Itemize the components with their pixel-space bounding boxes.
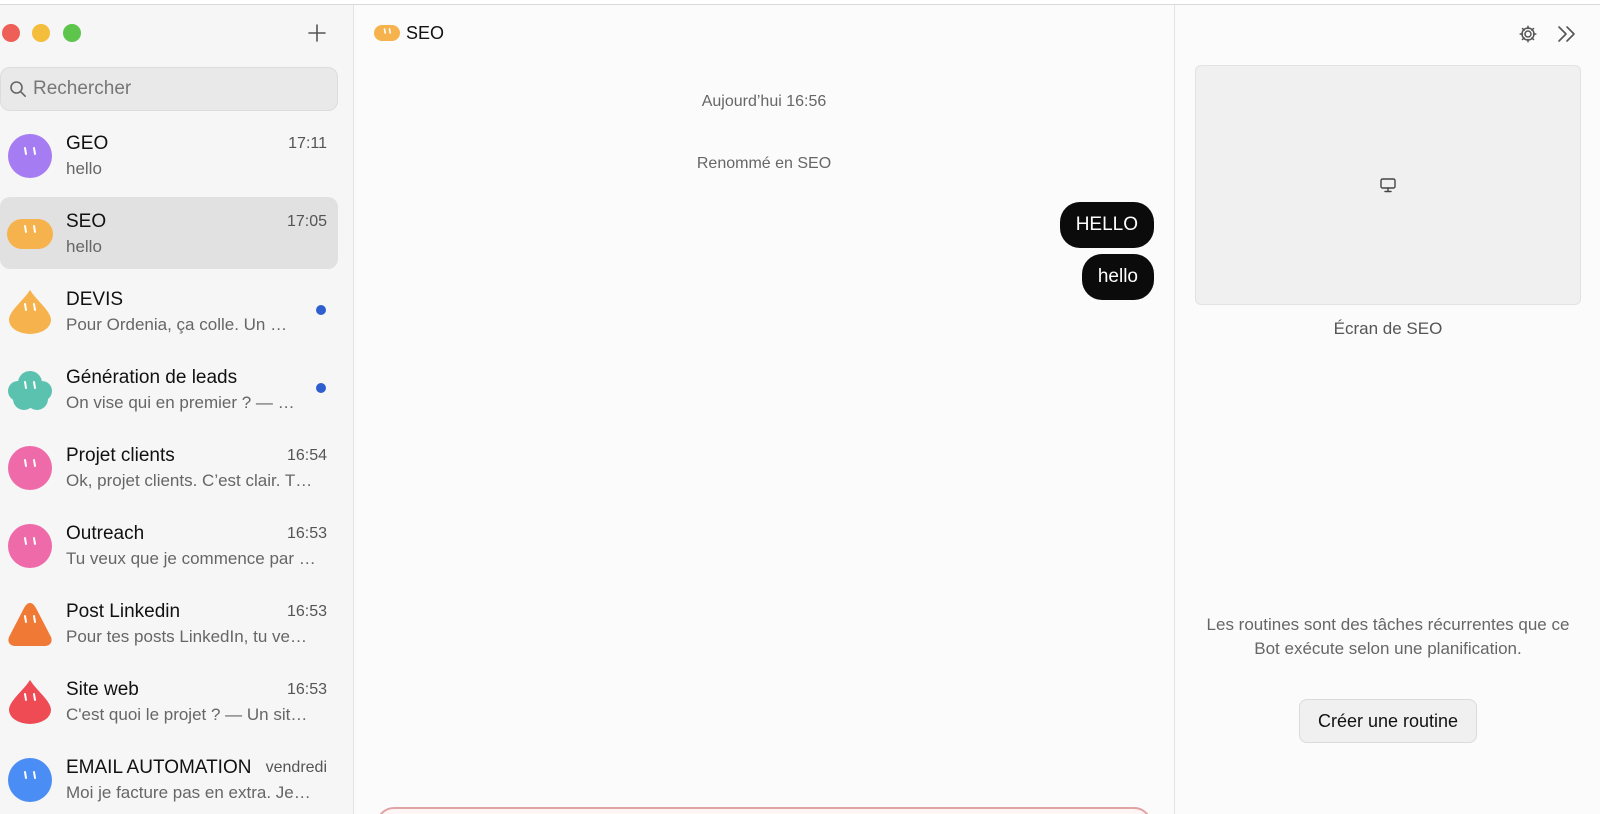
- collapse-panel-button[interactable]: [1553, 21, 1581, 47]
- sidebar: GEO 17:11 hello SEO 17:05 hello DEVIS Pour Orde…: [0, 5, 354, 814]
- routines-description: Les routines sont des tâches récurrentes…: [1206, 615, 1570, 658]
- conversation-time: 17:11: [288, 135, 327, 152]
- bot-avatar-icon: [8, 524, 52, 568]
- conversation-list: GEO 17:11 hello SEO 17:05 hello DEVIS Pour Orde…: [0, 119, 338, 814]
- conversation-time: 16:54: [286, 447, 327, 464]
- conversation-name: EMAIL AUTOMATION: [66, 757, 252, 778]
- bot-avatar-icon: [8, 603, 52, 646]
- chat-header: SEO: [374, 21, 444, 45]
- conversation-preview: hello: [66, 237, 102, 256]
- settings-button[interactable]: [1515, 21, 1541, 47]
- screen-preview[interactable]: [1195, 65, 1581, 305]
- minimize-window-button[interactable]: [32, 24, 50, 42]
- conversation-item[interactable]: Site web 16:53 C'est quoi le projet ? — Un…: [0, 665, 338, 737]
- create-routine-button[interactable]: Créer une routine: [1299, 699, 1477, 743]
- search-bar[interactable]: [0, 67, 338, 111]
- close-window-button[interactable]: [2, 24, 20, 42]
- search-input[interactable]: [33, 78, 313, 100]
- conversation-item[interactable]: Génération de leads On vise qui en premie…: [0, 353, 338, 425]
- conversation-name: Post Linkedin: [66, 601, 181, 622]
- unread-dot: [316, 383, 326, 393]
- bot-avatar-icon: [8, 371, 52, 410]
- conversation-name: Outreach: [66, 523, 145, 544]
- date-divider: Aujourd’hui 16:56: [701, 93, 827, 110]
- bot-avatar-icon: [9, 290, 51, 334]
- bot-avatar-icon: [8, 446, 52, 490]
- conversation-time: vendredi: [265, 759, 327, 776]
- conversation-preview: Ok, projet clients. C’est clair. T…: [66, 471, 313, 490]
- conversation-name: Projet clients: [66, 445, 175, 466]
- conversation-preview: Pour tes posts LinkedIn, tu ve…: [66, 627, 307, 646]
- conversation-preview: Pour Ordenia, ça colle. Un …: [66, 315, 288, 334]
- chat-title: SEO: [406, 22, 445, 43]
- conversation-name: DEVIS: [66, 289, 124, 310]
- conversation-name: GEO: [66, 133, 109, 154]
- conversation-item[interactable]: Outreach 16:53 Tu veux que je commence par…: [0, 509, 338, 581]
- bot-avatar-icon: [9, 680, 51, 724]
- double-chevron-right-icon: [1558, 26, 1575, 42]
- chat-area: SEO Aujourd’hui 16:56 Renommé en SEO HEL…: [354, 5, 1174, 814]
- conversation-item[interactable]: Projet clients 16:54 Ok, projet clients. C…: [0, 431, 338, 503]
- conversation-preview: C'est quoi le projet ? — Un sit…: [66, 705, 308, 724]
- bot-avatar-icon: [8, 134, 52, 178]
- bot-avatar-icon: [7, 219, 53, 249]
- conversation-name: SEO: [66, 211, 107, 232]
- conversation-item[interactable]: Post Linkedin 16:53 Pour tes posts LinkedI…: [0, 587, 338, 659]
- conversation-time: 16:53: [286, 681, 327, 698]
- gear-icon: [1519, 25, 1537, 43]
- rename-event: Renommé en SEO: [696, 155, 832, 172]
- conversation-preview: Moi je facture pas en extra. Je…: [66, 783, 311, 802]
- monitor-icon: [1380, 178, 1396, 193]
- conversation-time: 16:53: [286, 603, 327, 620]
- maximize-window-button[interactable]: [63, 24, 81, 42]
- conversation-name: Site web: [66, 679, 139, 700]
- new-conversation-button[interactable]: [303, 19, 331, 47]
- bot-avatar-icon: [8, 758, 52, 802]
- conversation-preview: Tu veux que je commence par …: [66, 549, 316, 568]
- plus-icon: [308, 24, 326, 42]
- bot-avatar-icon: [374, 25, 400, 41]
- conversation-item[interactable]: SEO 17:05 hello: [0, 197, 338, 269]
- search-icon: [10, 81, 26, 97]
- screen-caption: Écran de SEO: [1333, 319, 1443, 338]
- conversation-preview: hello: [66, 159, 102, 178]
- conversation-time: 17:05: [286, 213, 327, 230]
- app-window: GEO 17:11 hello SEO 17:05 hello DEVIS Pour Orde…: [0, 4, 1600, 814]
- message-composer[interactable]: [376, 807, 1152, 814]
- conversation-item[interactable]: EMAIL AUTOMATION vendredi Moi je facture p…: [0, 743, 338, 814]
- message-bubble: HELLO: [1059, 202, 1154, 248]
- message-bubble: hello: [1081, 254, 1154, 300]
- conversation-item[interactable]: GEO 17:11 hello: [0, 119, 338, 191]
- conversation-item[interactable]: DEVIS Pour Ordenia, ça colle. Un …: [0, 275, 338, 347]
- conversation-preview: On vise qui en premier ? — …: [66, 393, 295, 412]
- unread-dot: [316, 305, 326, 315]
- details-panel: Écran de SEO Les routines sont des tâche…: [1174, 5, 1600, 814]
- conversation-time: 16:53: [286, 525, 327, 542]
- conversation-name: Génération de leads: [66, 367, 238, 388]
